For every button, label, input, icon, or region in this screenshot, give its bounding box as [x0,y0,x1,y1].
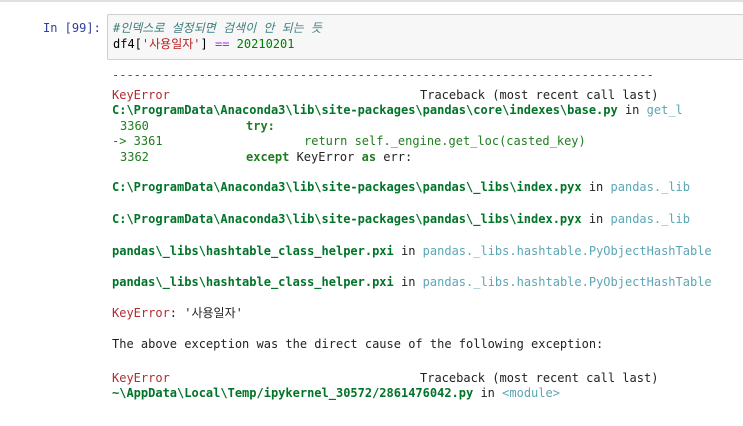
cell-top-border [0,0,743,2]
traceback-label: Traceback (most recent call last) [420,88,659,102]
frame-func: get_l [646,103,683,117]
code-key-string: '사용일자' [141,37,201,51]
frame-func: pandas._lib [610,212,690,226]
current-line-marker: -> 3361 [112,134,163,148]
code-df: df4[ [113,37,142,51]
frame-func: pandas._libs.hashtable.PyObjectHashTable [422,244,712,258]
frame-in: in [393,275,423,289]
frame-in: in [581,180,611,194]
error-name: KeyError [112,88,170,102]
frame-path: C:\ProgramData\Anaconda3\lib\site-packag… [112,180,582,194]
frame-path: C:\ProgramData\Anaconda3\lib\site-packag… [112,103,618,117]
frame-in: in [617,103,647,117]
frame-in: in [473,386,503,400]
error-detail: : '사용일자' [169,306,243,320]
error-name: KeyError [112,371,170,385]
frame-func: pandas._libs.hashtable.PyObjectHashTable [422,275,712,289]
code-input-area[interactable]: #인덱스로 설정되면 검색이 안 되는 듯 df4['사용일자'] == 202… [107,14,743,60]
code-comment-line: #인덱스로 설정되면 검색이 안 되는 듯 [113,21,322,36]
error-name: KeyError [112,306,170,320]
cause-message: The above exception was the direct cause… [112,337,604,351]
frame-5: pandas\_libs\hashtable_class_helper.pxi … [112,275,712,290]
frame-func: <module> [502,386,560,400]
keyword-except: except [246,150,290,164]
traceback-header-2: KeyError Traceback (most recent call last… [112,371,658,386]
frame-path: ~\AppData\Local\Temp/ipykernel_30572/286… [112,386,474,400]
code-comment: #인덱스로 설정되면 검색이 안 되는 듯 [113,21,322,35]
source-code: except KeyError as err: [246,150,412,165]
code-number: 20210201 [236,37,295,51]
keyword-as: as [361,150,377,164]
frame-1: C:\ProgramData\Anaconda3\lib\site-packag… [112,103,683,118]
frame-path: C:\ProgramData\Anaconda3\lib\site-packag… [112,212,582,226]
input-prompt: In [99]: [43,21,101,35]
frame-in: in [393,244,423,258]
frame-func: pandas._lib [610,180,690,194]
code-expression-line: df4['사용일자'] == 20210201 [113,37,294,52]
variable-name: err: [376,150,413,164]
traceback-header-1: KeyError Traceback (most recent call last… [112,88,658,103]
frame-4: pandas\_libs\hashtable_class_helper.pxi … [112,244,712,259]
keyerror-message: KeyError: '사용일자' [112,306,243,321]
source-code: return self._engine.get_loc(casted_key) [304,134,586,148]
exception-name: KeyError [289,150,362,164]
line-number: 3362 [120,150,149,164]
code-close: ] [200,37,215,51]
frame-6: ~\AppData\Local\Temp/ipykernel_30572/286… [112,386,560,401]
frame-2: C:\ProgramData\Anaconda3\lib\site-packag… [112,180,690,195]
frame-in: in [581,212,611,226]
traceback-label: Traceback (most recent call last) [420,371,659,385]
frame-path: pandas\_libs\hashtable_class_helper.pxi [112,244,394,258]
source-code: try: [246,119,275,133]
frame-3: C:\ProgramData\Anaconda3\lib\site-packag… [112,212,690,227]
frame-path: pandas\_libs\hashtable_class_helper.pxi [112,275,394,289]
code-operator: == [214,37,230,51]
line-number: 3360 [120,119,149,133]
traceback-separator: ----------------------------------------… [112,68,654,82]
